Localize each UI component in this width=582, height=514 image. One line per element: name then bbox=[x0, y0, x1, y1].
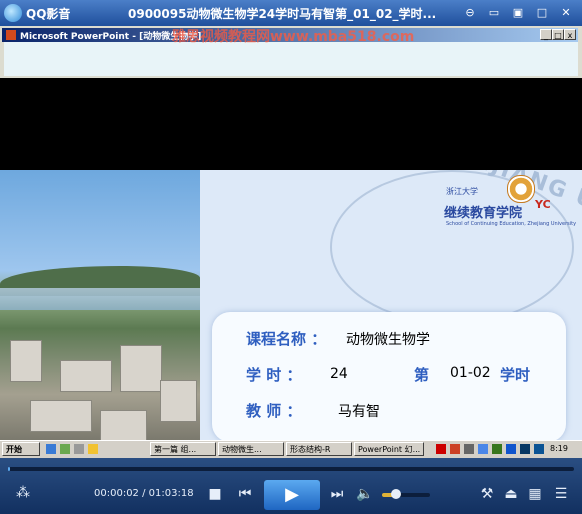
quicklaunch-icon bbox=[60, 444, 70, 454]
taskbar-item: PowerPoint 幻... bbox=[354, 442, 424, 456]
minimize-button[interactable]: ▭ bbox=[486, 5, 502, 21]
time-separator: / bbox=[142, 488, 146, 499]
seek-bar[interactable] bbox=[8, 467, 574, 471]
lesson-value: 01-02 bbox=[450, 365, 491, 381]
teacher-value: 马有智 bbox=[338, 404, 380, 420]
tray-icon bbox=[478, 444, 488, 454]
slide: HEJIANG UNIVER 浙江大学 继续教育学院 YC School of … bbox=[0, 170, 582, 458]
playlist-icon[interactable]: ▦ bbox=[526, 485, 544, 503]
current-time: 00:00:02 bbox=[94, 488, 139, 499]
desktop-icon bbox=[74, 444, 84, 454]
school-badge: YC bbox=[535, 198, 551, 211]
ppt-minimize-button: _ bbox=[540, 29, 552, 40]
tray-icon bbox=[534, 444, 544, 454]
wrench-icon[interactable]: ⚒ bbox=[478, 485, 496, 503]
ppt-close-button: x bbox=[564, 29, 576, 40]
windows-taskbar: 开始 第一篇 组... 动物微生... 形态结构-R PowerPoint 幻.… bbox=[0, 440, 582, 458]
hours-value: 24 bbox=[330, 366, 348, 382]
course-value: 动物微生物学 bbox=[346, 332, 430, 348]
window-title: 0900095动物微生物学24学时马有智第_01_02_学时... bbox=[128, 7, 437, 21]
maximize-button[interactable]: □ bbox=[534, 5, 550, 21]
stop-icon[interactable]: ■ bbox=[206, 485, 224, 503]
qq-player-logo-icon[interactable] bbox=[4, 4, 22, 22]
restore-button[interactable]: ▣ bbox=[510, 5, 526, 21]
close-button[interactable]: ✕ bbox=[558, 5, 574, 21]
teacher-label: 教 师 ： bbox=[246, 402, 302, 420]
ppt-restore-button: □ bbox=[552, 29, 564, 40]
seek-bar-progress bbox=[8, 467, 10, 471]
eject-icon[interactable]: ⏏ bbox=[502, 485, 520, 503]
taskbar-item: 形态结构-R bbox=[286, 442, 352, 456]
previous-icon[interactable]: ⏮ bbox=[234, 485, 256, 503]
time-display: 00:00:02 / 01:03:18 bbox=[94, 488, 194, 499]
course-info-card: 课程名称 ： 动物微生物学 学 时 ： 24 第 01-02 学时 教 师 ： … bbox=[212, 312, 566, 442]
powerpoint-window: Microsoft PowerPoint - [动物微生物学] _ □ x 雅思… bbox=[0, 26, 582, 78]
taskbar-clock: 8:19 bbox=[550, 444, 568, 453]
campus-photo bbox=[0, 170, 200, 458]
tray-icon bbox=[506, 444, 516, 454]
school-english-name: School of Continuing Education, Zhejiang… bbox=[446, 221, 577, 227]
powerpoint-body bbox=[4, 42, 578, 76]
start-button: 开始 bbox=[2, 442, 40, 456]
next-icon[interactable]: ⏭ bbox=[326, 485, 348, 503]
powerpoint-icon bbox=[6, 30, 16, 40]
hours-label: 学 时 ： bbox=[246, 366, 302, 384]
lesson-suffix: 学时 bbox=[500, 366, 531, 384]
ie-icon bbox=[46, 444, 56, 454]
taskbar-item: 动物微生... bbox=[218, 442, 284, 456]
media-icon bbox=[88, 444, 98, 454]
tray-icon bbox=[520, 444, 530, 454]
lesson-prefix: 第 bbox=[414, 366, 430, 384]
total-time: 01:03:18 bbox=[148, 488, 194, 499]
pin-button[interactable]: ⊖ bbox=[462, 5, 478, 21]
video-area[interactable]: Microsoft PowerPoint - [动物微生物学] _ □ x 雅思… bbox=[0, 26, 582, 458]
play-icon[interactable]: ▶ bbox=[264, 480, 320, 510]
tray-icon bbox=[464, 444, 474, 454]
tray-icon bbox=[436, 444, 446, 454]
school-name: 继续教育学院 bbox=[444, 206, 523, 221]
menu-icon[interactable]: ☰ bbox=[552, 485, 570, 503]
volume-icon[interactable]: 🔈 bbox=[354, 485, 376, 503]
footprint-icon[interactable]: ⁂ bbox=[12, 484, 34, 502]
taskbar-item: 第一篇 组... bbox=[150, 442, 216, 456]
course-label: 课程名称 ： bbox=[246, 330, 327, 348]
school-logo-icon bbox=[507, 175, 535, 203]
tray-icon bbox=[450, 444, 460, 454]
tray-icon bbox=[492, 444, 502, 454]
university-name: 浙江大学 bbox=[446, 187, 478, 196]
watermark: 雅思视频教程网www.mba518.com bbox=[172, 29, 415, 45]
app-name: QQ影音 bbox=[26, 7, 71, 21]
